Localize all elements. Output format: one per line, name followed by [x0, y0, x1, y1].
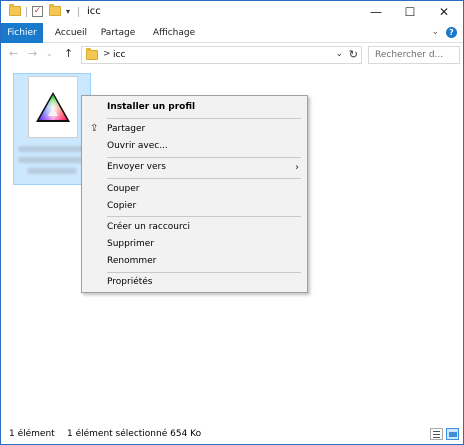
tab-fichier[interactable]: Fichier [1, 23, 43, 43]
menu-item-delete[interactable]: Supprimer [82, 236, 307, 253]
address-bar[interactable]: > icc ⌄ ↻ [81, 46, 362, 64]
menu-item-install-profile[interactable]: Installer un profil [82, 99, 307, 116]
status-bar: 1 élément 1 élément sélectionné 654 Ko [1, 424, 463, 444]
menu-separator [107, 118, 301, 119]
tab-accueil[interactable]: Accueil [49, 23, 93, 43]
folder-icon [9, 4, 21, 16]
ribbon-tabs: Fichier Accueil Partage Affichage ⌄ ? [1, 23, 463, 43]
menu-separator [107, 157, 301, 158]
forward-arrow-icon[interactable]: → [28, 47, 37, 60]
menu-item-label: Partager [107, 124, 146, 134]
minimize-button[interactable]: — [359, 1, 393, 23]
selected-file-item[interactable] [13, 73, 91, 185]
menu-item-cut[interactable]: Couper [82, 181, 307, 198]
refresh-icon[interactable]: ↻ [349, 48, 358, 61]
search-input[interactable]: Rechercher d... [375, 50, 443, 60]
file-name-blurred [27, 168, 77, 174]
title-bar: ✓ ▾ icc — ☐ ✕ [1, 1, 463, 23]
path-separator-chevron-icon[interactable]: > [103, 49, 111, 59]
window-title: icc [87, 6, 101, 17]
address-path[interactable]: icc [113, 50, 125, 60]
recent-locations-chevron-icon[interactable]: ⌄ [46, 49, 53, 58]
icc-profile-icon [28, 76, 78, 138]
properties-checkbox-icon[interactable]: ✓ [32, 6, 43, 17]
details-view-button[interactable] [430, 428, 443, 440]
context-menu: Installer un profil ⇪ Partager Ouvrir av… [81, 95, 308, 293]
address-dropdown-chevron-icon[interactable]: ⌄ [335, 49, 343, 59]
menu-item-label: Envoyer vers [107, 162, 166, 172]
navigation-bar: ← → ⌄ ↑ > icc ⌄ ↻ Rechercher d... [1, 43, 463, 67]
folder-icon [86, 48, 98, 60]
item-count: 1 élément [9, 429, 55, 439]
file-name-blurred [18, 157, 86, 163]
selection-info: 1 élément sélectionné 654 Ko [67, 429, 202, 439]
menu-item-send-to[interactable]: Envoyer vers › [82, 159, 307, 176]
menu-item-create-shortcut[interactable]: Créer un raccourci [82, 219, 307, 236]
menu-item-rename[interactable]: Renommer [82, 253, 307, 270]
divider [26, 7, 27, 17]
close-button[interactable]: ✕ [427, 1, 461, 23]
menu-separator [107, 178, 301, 179]
customize-toolbar-dropdown-icon[interactable]: ▾ [66, 7, 70, 16]
explorer-window: ✓ ▾ icc — ☐ ✕ Fichier Accueil Partage Af… [0, 0, 464, 445]
menu-item-share[interactable]: ⇪ Partager [82, 121, 307, 138]
divider [78, 7, 79, 17]
menu-item-copy[interactable]: Copier [82, 198, 307, 215]
back-arrow-icon[interactable]: ← [9, 47, 18, 60]
menu-item-properties[interactable]: Propriétés [82, 274, 307, 291]
up-arrow-icon[interactable]: ↑ [64, 47, 73, 60]
help-icon[interactable]: ? [446, 27, 457, 38]
menu-item-open-with[interactable]: Ouvrir avec... [82, 138, 307, 155]
share-icon: ⇪ [90, 123, 99, 134]
menu-separator [107, 216, 301, 217]
maximize-button[interactable]: ☐ [393, 1, 427, 23]
large-icons-view-button[interactable] [446, 428, 459, 440]
tab-affichage[interactable]: Affichage [147, 23, 201, 43]
file-name-blurred [18, 146, 86, 152]
color-triangle-icon [36, 92, 70, 122]
new-folder-icon[interactable] [49, 4, 61, 16]
submenu-arrow-icon: › [295, 162, 299, 173]
tab-partage[interactable]: Partage [97, 23, 139, 43]
search-box[interactable]: Rechercher d... [368, 46, 460, 64]
menu-separator [107, 272, 301, 273]
expand-ribbon-chevron-icon[interactable]: ⌄ [431, 27, 439, 37]
